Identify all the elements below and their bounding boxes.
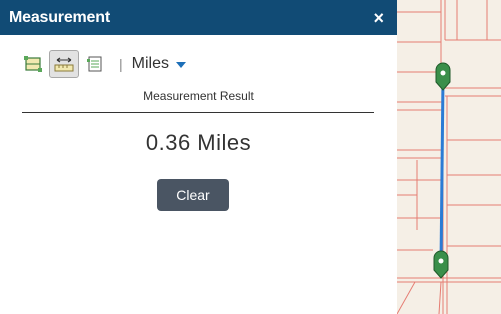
close-icon[interactable]: ×	[373, 9, 384, 27]
result-label: Measurement Result	[143, 89, 254, 103]
result-value: 0.36 Miles	[145, 130, 252, 155]
measurement-panel: Measurement × | Miles Measurement Result…	[0, 0, 397, 314]
map-view[interactable]	[397, 0, 501, 314]
measurement-toolbar: | Miles	[18, 50, 186, 78]
area-tool-button[interactable]	[18, 50, 48, 78]
clear-button[interactable]: Clear	[157, 179, 229, 211]
panel-header: Measurement ×	[0, 0, 397, 35]
divider	[22, 112, 374, 113]
panel-title: Measurement	[9, 8, 110, 26]
distance-tool-button[interactable]	[49, 50, 79, 78]
unit-label: Miles	[131, 55, 169, 72]
area-measure-icon	[24, 56, 42, 72]
chevron-down-icon	[175, 62, 186, 68]
toolbar-separator: |	[119, 56, 123, 72]
location-measure-icon	[87, 56, 102, 72]
measure-line	[439, 77, 445, 267]
distance-measure-icon	[54, 57, 74, 72]
location-tool-button[interactable]	[80, 50, 110, 78]
map-canvas	[397, 0, 501, 314]
unit-dropdown[interactable]: Miles	[132, 55, 186, 73]
